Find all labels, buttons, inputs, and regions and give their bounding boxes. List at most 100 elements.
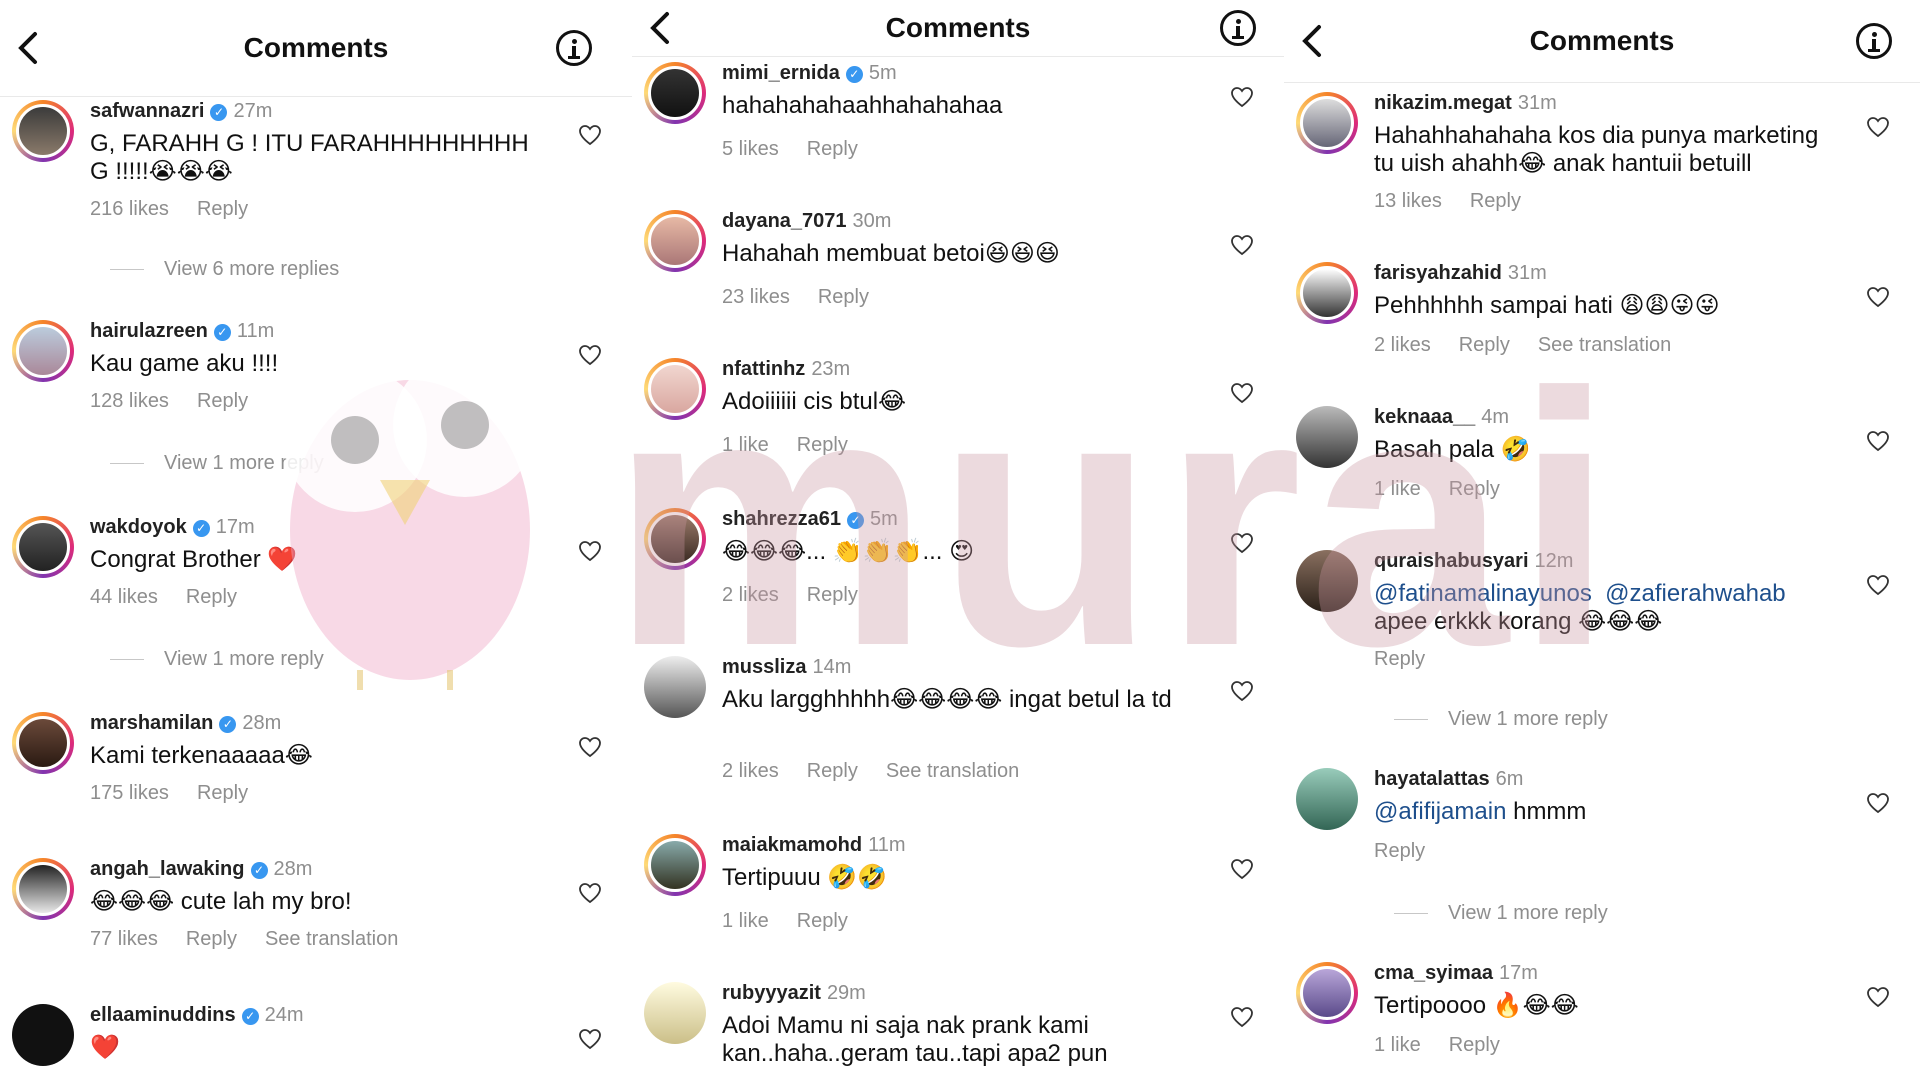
heart-icon[interactable] [1230,234,1254,256]
heart-icon[interactable] [1230,532,1254,554]
heart-icon[interactable] [1866,116,1890,138]
reply-button[interactable]: Reply [186,928,237,950]
heart-icon[interactable] [1230,858,1254,880]
heart-icon[interactable] [1866,792,1890,814]
back-arrow-icon[interactable] [10,31,44,65]
comment-username[interactable]: wakdoyok ✓ 17m [90,516,255,539]
heart-icon[interactable] [1230,86,1254,108]
heart-icon[interactable] [1866,430,1890,452]
avatar[interactable] [12,100,74,162]
avatar[interactable] [644,834,706,896]
back-arrow-icon[interactable] [642,11,676,45]
likes-count[interactable]: 44 likes [90,586,158,608]
avatar[interactable] [12,320,74,382]
heart-icon[interactable] [578,736,602,758]
avatar[interactable] [1296,406,1358,468]
reply-button[interactable]: Reply [186,586,237,608]
likes-count[interactable]: 2 likes [722,760,779,782]
heart-icon[interactable] [1230,382,1254,404]
comment-username[interactable]: farisyahzahid 31m [1374,262,1547,285]
reply-button[interactable]: Reply [1449,1034,1500,1056]
view-replies-link[interactable]: View 1 more reply [1394,708,1608,731]
avatar[interactable] [644,656,706,718]
comment-username[interactable]: ellaaminuddins ✓ 24m [90,1004,304,1027]
avatar[interactable] [12,1004,74,1066]
heart-icon[interactable] [578,882,602,904]
comment-username[interactable]: mussliza 14m [722,656,851,679]
likes-count[interactable]: 128 likes [90,390,169,412]
see-translation-link[interactable]: See translation [265,928,398,950]
reply-button[interactable]: Reply [1470,190,1521,212]
heart-icon[interactable] [1866,286,1890,308]
reply-button[interactable]: Reply [197,390,248,412]
likes-count[interactable]: 216 likes [90,198,169,220]
reply-button[interactable]: Reply [1374,648,1425,670]
comment-username[interactable]: shahrezza61 ✓ 5m [722,508,898,531]
comment-username[interactable]: mimi_ernida ✓ 5m [722,62,897,85]
comment-username[interactable]: keknaaa__ 4m [1374,406,1509,429]
mention-link[interactable]: @afifijamain [1374,798,1506,825]
heart-icon[interactable] [1866,986,1890,1008]
comment-username[interactable]: dayana_7071 30m [722,210,891,233]
comment-username[interactable]: cma_syimaa 17m [1374,962,1538,985]
mention-link[interactable]: @fatinamalinayunos [1374,580,1592,607]
avatar[interactable] [12,516,74,578]
likes-count[interactable]: 5 likes [722,138,779,160]
reply-button[interactable]: Reply [797,434,848,456]
avatar[interactable] [644,210,706,272]
comment-username[interactable]: hayatalattas 6m [1374,768,1523,791]
comment-username[interactable]: rubyyyazit 29m [722,982,866,1005]
avatar[interactable] [12,858,74,920]
likes-count[interactable]: 23 likes [722,286,790,308]
reply-button[interactable]: Reply [1459,334,1510,356]
reply-button[interactable]: Reply [818,286,869,308]
info-icon[interactable] [1220,10,1256,46]
reply-button[interactable]: Reply [807,138,858,160]
heart-icon[interactable] [578,124,602,146]
reply-button[interactable]: Reply [1449,478,1500,500]
likes-count[interactable]: 13 likes [1374,190,1442,212]
comment-username[interactable]: nikazim.megat 31m [1374,92,1557,115]
avatar[interactable] [1296,262,1358,324]
comment-username[interactable]: nfattinhz 23m [722,358,850,381]
comment-username[interactable]: safwannazri ✓ 27m [90,100,272,123]
avatar[interactable] [1296,962,1358,1024]
heart-icon[interactable] [578,344,602,366]
likes-count[interactable]: 2 likes [722,584,779,606]
likes-count[interactable]: 1 like [1374,478,1421,500]
reply-button[interactable]: Reply [1374,840,1425,862]
likes-count[interactable]: 175 likes [90,782,169,804]
heart-icon[interactable] [1866,574,1890,596]
view-replies-link[interactable]: View 1 more reply [1394,902,1608,925]
reply-button[interactable]: Reply [797,910,848,932]
heart-icon[interactable] [578,1028,602,1050]
likes-count[interactable]: 2 likes [1374,334,1431,356]
view-replies-link[interactable]: View 1 more reply [110,452,324,475]
view-replies-link[interactable]: View 1 more reply [110,648,324,671]
heart-icon[interactable] [1230,1006,1254,1028]
info-icon[interactable] [1856,23,1892,59]
avatar[interactable] [644,62,706,124]
likes-count[interactable]: 1 like [1374,1034,1421,1056]
heart-icon[interactable] [1230,680,1254,702]
avatar[interactable] [1296,768,1358,830]
likes-count[interactable]: 77 likes [90,928,158,950]
reply-button[interactable]: Reply [197,198,248,220]
comment-username[interactable]: quraishabusyari 12m [1374,550,1573,573]
avatar[interactable] [12,712,74,774]
see-translation-link[interactable]: See translation [886,760,1019,782]
avatar[interactable] [1296,550,1358,612]
likes-count[interactable]: 1 like [722,910,769,932]
reply-button[interactable]: Reply [807,584,858,606]
comment-username[interactable]: angah_lawaking ✓ 28m [90,858,312,881]
back-arrow-icon[interactable] [1294,24,1328,58]
mention-link[interactable]: @zafierahwahab [1605,580,1785,607]
view-replies-link[interactable]: View 6 more replies [110,258,339,281]
avatar[interactable] [1296,92,1358,154]
comment-username[interactable]: maiakmamohd 11m [722,834,905,857]
avatar[interactable] [644,508,706,570]
comment-username[interactable]: hairulazreen ✓ 11m [90,320,274,343]
info-icon[interactable] [556,30,592,66]
avatar[interactable] [644,358,706,420]
see-translation-link[interactable]: See translation [1538,334,1671,356]
